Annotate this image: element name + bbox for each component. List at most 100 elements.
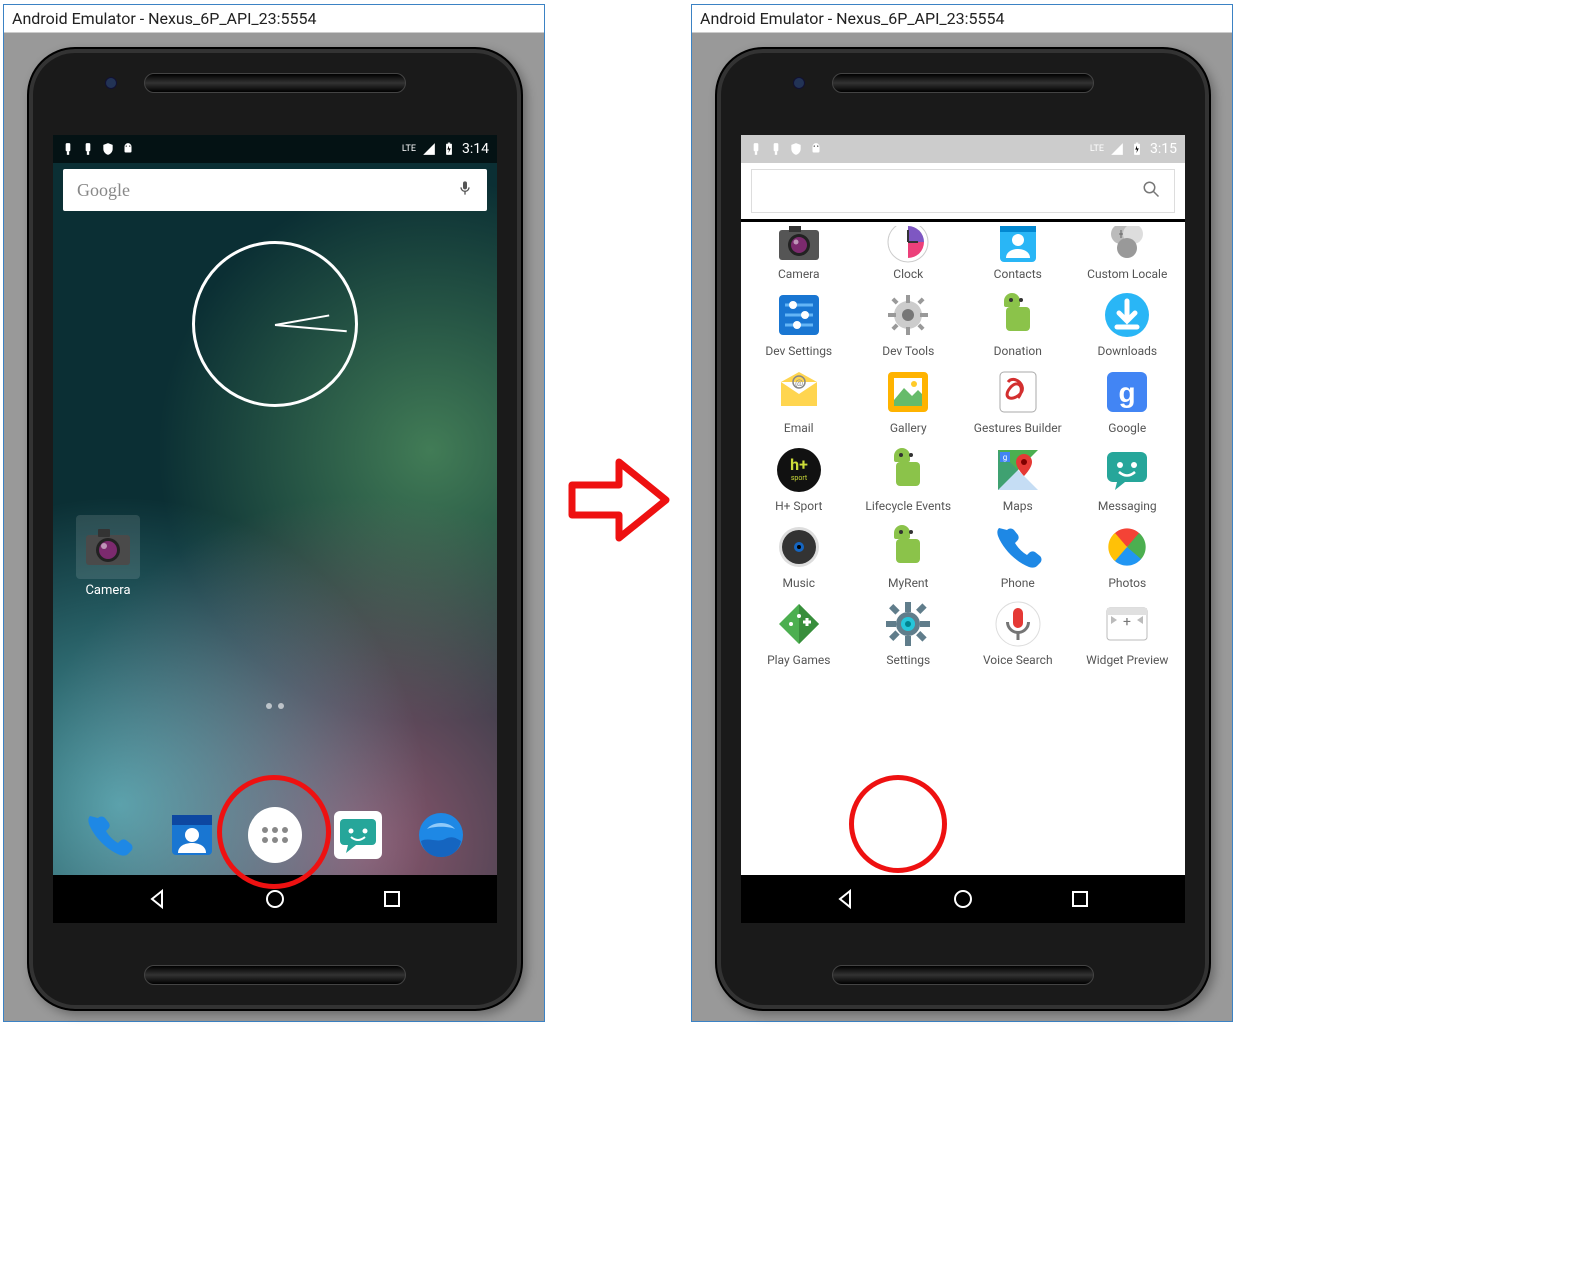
app-dev-tools[interactable]: Dev Tools <box>855 287 963 358</box>
back-button[interactable] <box>146 887 170 911</box>
back-button[interactable] <box>834 887 858 911</box>
nav-bar <box>741 875 1185 923</box>
app-label: Custom Locale <box>1087 268 1167 281</box>
front-camera-dot <box>105 77 117 89</box>
svg-text:h+: h+ <box>790 455 808 474</box>
phone-app[interactable] <box>82 808 136 862</box>
app-gallery[interactable]: Gallery <box>855 364 963 435</box>
app-drawer-button[interactable] <box>248 808 302 862</box>
red-arrow-icon <box>564 450 674 550</box>
app-photos[interactable]: Photos <box>1074 519 1182 590</box>
app-label: Gallery <box>890 422 927 435</box>
phone-icon <box>990 519 1046 575</box>
app-maps[interactable]: gMaps <box>964 442 1072 513</box>
svg-text:sport: sport <box>791 474 808 482</box>
app-settings[interactable]: Settings <box>855 596 963 667</box>
window-title-text: Android Emulator - Nexus_6P_API_23:5554 <box>12 9 316 28</box>
analog-clock-widget[interactable] <box>192 241 358 407</box>
app-search-bar[interactable] <box>751 169 1175 213</box>
lte-label: LTE <box>402 145 416 154</box>
app-email[interactable]: @Email <box>745 364 853 435</box>
app-label: Clock <box>893 268 923 281</box>
app-play-games[interactable]: Play Games <box>745 596 853 667</box>
app-custom-locale[interactable]: Custom Locale <box>1074 226 1182 281</box>
app-label: Google <box>1108 422 1146 435</box>
app-widget-preview[interactable]: + Widget Preview <box>1074 596 1182 667</box>
dev-tools-icon <box>880 287 936 343</box>
app-donation[interactable]: Donation <box>964 287 1072 358</box>
messaging-icon <box>1099 442 1155 498</box>
clock-time: 3:14 <box>462 141 489 157</box>
status-bar: LTE 3:15 <box>741 135 1185 163</box>
shield-icon <box>789 142 803 156</box>
status-icon <box>81 142 95 156</box>
messaging-app[interactable] <box>331 808 385 862</box>
app-clock[interactable]: Clock <box>855 226 963 281</box>
emulator-window-left: Android Emulator - Nexus_6P_API_23:5554 <box>3 4 545 1022</box>
app-label: Dev Tools <box>882 345 934 358</box>
app-label: Gestures Builder <box>974 422 1062 435</box>
app-label: Widget Preview <box>1086 654 1168 667</box>
app-dev-settings[interactable]: Dev Settings <box>745 287 853 358</box>
camera-shortcut[interactable]: Camera <box>69 515 147 598</box>
app-label: Downloads <box>1097 345 1157 358</box>
app-voice-search[interactable]: Voice Search <box>964 596 1072 667</box>
settings-icon <box>880 596 936 652</box>
app-h-sport[interactable]: h+sportH+ Sport <box>745 442 853 513</box>
app-google[interactable]: g Google <box>1074 364 1182 435</box>
email-icon: @ <box>771 364 827 420</box>
play-games-icon <box>771 596 827 652</box>
app-music[interactable]: Music <box>745 519 853 590</box>
search-placeholder: Google <box>77 180 130 201</box>
gestures-builder-icon <box>990 364 1046 420</box>
app-contacts[interactable]: Contacts <box>964 226 1072 281</box>
front-camera-dot <box>793 77 805 89</box>
myrent-icon <box>880 519 936 575</box>
signal-icon <box>1110 142 1124 156</box>
app-label: Voice Search <box>983 654 1053 667</box>
screen-drawer: LTE 3:15 Camera Clock Contacts Custom Local… <box>741 135 1185 923</box>
app-label: Messaging <box>1098 500 1157 513</box>
divider <box>741 219 1185 222</box>
clock-icon <box>880 226 936 266</box>
overview-button[interactable] <box>380 887 404 911</box>
google-search-bar[interactable]: Google <box>63 169 487 211</box>
widget-preview-icon: + <box>1099 596 1155 652</box>
app-label: Music <box>783 577 815 590</box>
app-label: Camera <box>778 268 820 281</box>
dev-settings-icon <box>771 287 827 343</box>
app-label: Phone <box>1001 577 1035 590</box>
microphone-icon[interactable] <box>457 178 473 202</box>
shield-icon <box>101 142 115 156</box>
window-title: Android Emulator - Nexus_6P_API_23:5554 <box>692 5 1232 33</box>
home-button[interactable] <box>951 887 975 911</box>
svg-text:+: + <box>1123 614 1131 630</box>
camera-icon <box>771 226 827 266</box>
search-icon <box>1142 180 1160 202</box>
browser-app[interactable] <box>414 808 468 862</box>
app-messaging[interactable]: Messaging <box>1074 442 1182 513</box>
app-downloads[interactable]: Downloads <box>1074 287 1182 358</box>
app-grid: Camera Clock Contacts Custom Locale Dev Sett… <box>741 222 1185 667</box>
app-label: Settings <box>886 654 930 667</box>
app-lifecycle-events[interactable]: Lifecycle Events <box>855 442 963 513</box>
overview-button[interactable] <box>1068 887 1092 911</box>
contacts-app[interactable] <box>165 808 219 862</box>
battery-charging-icon <box>1130 142 1144 156</box>
phone-frame: LTE 3:15 Camera Clock Contacts Custom Local… <box>715 47 1211 1011</box>
status-icon <box>61 142 75 156</box>
svg-text:g: g <box>1119 377 1136 408</box>
app-myrent[interactable]: MyRent <box>855 519 963 590</box>
speaker-top <box>144 73 406 93</box>
app-camera[interactable]: Camera <box>745 226 853 281</box>
app-phone[interactable]: Phone <box>964 519 1072 590</box>
android-debug-icon <box>809 142 823 156</box>
app-label: Maps <box>1003 500 1033 513</box>
android-debug-icon <box>121 142 135 156</box>
home-button[interactable] <box>263 887 287 911</box>
app-gestures-builder[interactable]: Gestures Builder <box>964 364 1072 435</box>
app-label: Photos <box>1108 577 1146 590</box>
h-sport-icon: h+sport <box>771 442 827 498</box>
signal-icon <box>422 142 436 156</box>
lifecycle-events-icon <box>880 442 936 498</box>
